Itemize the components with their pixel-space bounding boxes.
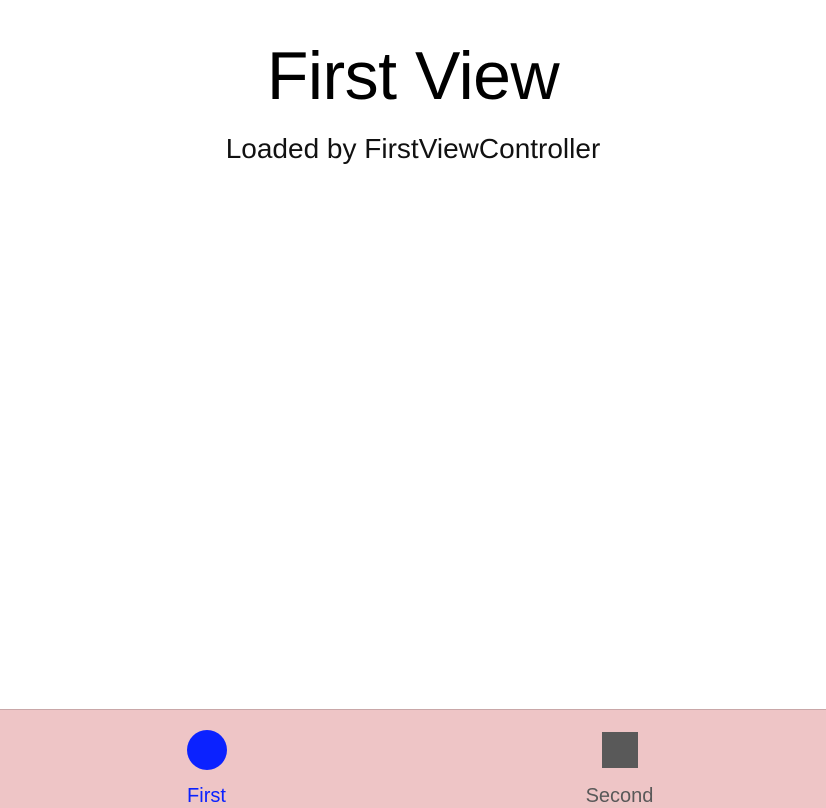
page-title: First View: [266, 38, 560, 114]
page-subtitle: Loaded by FirstViewController: [225, 133, 601, 164]
app-screen: First View Loaded by FirstViewController…: [0, 0, 826, 808]
tab-second-label: Second: [585, 785, 654, 807]
tab-first-label: First: [187, 785, 226, 807]
tab-bar: First Second: [0, 709, 826, 808]
circle-icon: [186, 730, 227, 770]
tab-second-icon-wrap: [600, 730, 640, 770]
tab-second[interactable]: Second: [413, 710, 826, 808]
first-view: First View Loaded by FirstViewController: [0, 0, 826, 709]
tab-first-icon-wrap: [186, 730, 227, 770]
tab-first[interactable]: First: [0, 710, 413, 808]
square-icon: [601, 732, 638, 768]
